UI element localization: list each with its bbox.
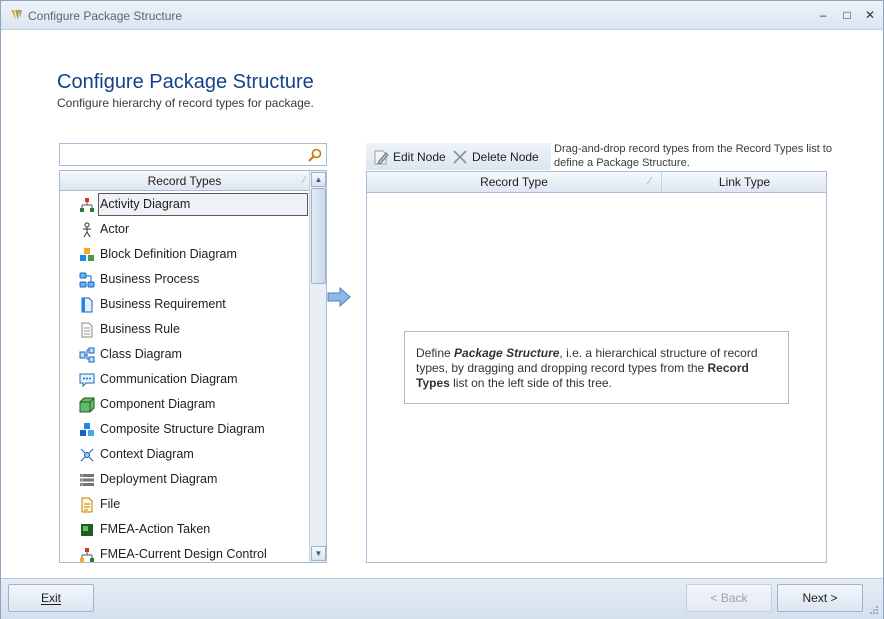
list-item-file[interactable]: File [60, 492, 309, 517]
list-item-label: Actor [100, 222, 130, 236]
list-item-business-requirement[interactable]: Business Requirement [60, 292, 309, 317]
file-icon [81, 497, 93, 513]
scroll-thumb[interactable] [311, 188, 326, 284]
back-button[interactable]: < Back [686, 584, 772, 612]
list-item-fmea-action-taken[interactable]: FMEA-Action Taken [60, 517, 309, 542]
delete-node-button[interactable]: Delete Node [452, 147, 539, 166]
list-item-label: Class Diagram [100, 347, 182, 361]
dialog-window: Configure Package Structure – □ ✕ Config… [0, 0, 884, 619]
list-item-context-diagram[interactable]: Context Diagram [60, 442, 309, 467]
empty-tree-info: Define Package Structure, i.e. a hierarc… [404, 331, 789, 404]
component-diagram-icon [79, 397, 95, 413]
composite-structure-diagram-icon [80, 423, 94, 436]
activity-diagram-icon [80, 198, 94, 212]
list-item-label: Context Diagram [100, 447, 194, 461]
window-title: Configure Package Structure [28, 9, 183, 23]
page-subtitle: Configure hierarchy of record types for … [57, 96, 314, 110]
block-definition-diagram-icon [80, 248, 94, 261]
tree-header: Record Type ⁄ Link Type [367, 172, 826, 193]
fmea-current-design-control-icon [80, 548, 94, 562]
record-types-scrollbar[interactable]: ▲ ▼ [309, 171, 326, 562]
page-title: Configure Package Structure [57, 71, 314, 93]
business-requirement-icon [81, 297, 93, 313]
sort-icon: ⁄ [303, 175, 305, 186]
footer-bar: Exit < Back Next > [1, 578, 883, 619]
delete-node-label: Delete Node [472, 149, 539, 164]
scroll-up-button[interactable]: ▲ [311, 172, 326, 187]
fmea-action-taken-icon [81, 524, 93, 536]
list-item-label: File [100, 497, 121, 511]
search-field[interactable] [59, 143, 327, 166]
list-item-activity-diagram[interactable]: Activity Diagram [60, 192, 309, 217]
edit-node-button[interactable]: Edit Node [373, 147, 446, 166]
back-button-label: < Back [710, 591, 748, 605]
record-types-header-label: Record Types [147, 174, 222, 188]
deployment-diagram-icon [80, 474, 94, 486]
add-to-tree-arrow-icon[interactable] [327, 287, 351, 307]
list-item-label: Business Process [100, 272, 200, 286]
list-item-label: Business Rule [100, 322, 180, 336]
list-item-composite-structure-diagram[interactable]: Composite Structure Diagram [60, 417, 309, 442]
list-item-label: Business Requirement [100, 297, 226, 311]
list-item-class-diagram[interactable]: Class Diagram [60, 342, 309, 367]
actor-icon [83, 222, 91, 238]
drag-drop-hint: Drag-and-drop record types from the Reco… [554, 143, 832, 169]
info-text: list on the left side of this tree. [449, 376, 612, 390]
list-item-label: FMEA-Current Design Control [100, 547, 267, 561]
app-logo-icon [11, 10, 22, 20]
tree-toolbar: Edit Node Delete Node [366, 143, 551, 170]
list-item-fmea-current-design-control[interactable]: FMEA-Current Design Control [60, 542, 309, 562]
search-icon[interactable] [307, 147, 323, 163]
exit-button-label: Exit [40, 591, 61, 605]
exit-button[interactable]: Exit [8, 584, 94, 612]
record-type-column-header[interactable]: Record Type [367, 172, 662, 192]
close-button[interactable]: ✕ [858, 5, 882, 25]
business-rule-icon [81, 322, 93, 338]
context-diagram-icon [80, 448, 94, 462]
list-item-business-process[interactable]: Business Process [60, 267, 309, 292]
class-diagram-icon [79, 347, 95, 363]
delete-node-icon [453, 149, 467, 164]
record-types-column-header[interactable]: Record Types ⁄ [60, 171, 309, 191]
search-input[interactable] [62, 146, 302, 163]
list-item-deployment-diagram[interactable]: Deployment Diagram [60, 467, 309, 492]
info-emphasis: Package Structure [454, 346, 560, 360]
list-item-label: Communication Diagram [100, 372, 238, 386]
record-type-header-label: Record Type [480, 175, 548, 189]
link-type-header-label: Link Type [718, 175, 771, 189]
title-bar: Configure Package Structure – □ ✕ [1, 1, 883, 30]
next-button[interactable]: Next > [777, 584, 863, 612]
record-types-list[interactable]: Record Types ⁄ Activity Diagram Actor Bl… [59, 170, 327, 563]
list-item-label: Component Diagram [100, 397, 216, 411]
sort-icon: ⁄ [649, 176, 651, 187]
list-item-component-diagram[interactable]: Component Diagram [60, 392, 309, 417]
resize-grip-icon[interactable] [869, 605, 879, 615]
list-item-label: Activity Diagram [100, 197, 191, 211]
list-item-block-definition-diagram[interactable]: Block Definition Diagram [60, 242, 309, 267]
list-item-label: Composite Structure Diagram [100, 422, 265, 436]
business-process-icon [79, 272, 95, 288]
scroll-down-button[interactable]: ▼ [311, 546, 326, 561]
info-text: Define [416, 346, 455, 360]
edit-node-label: Edit Node [393, 149, 446, 164]
next-button-label: Next > [802, 591, 838, 605]
record-types-items: Activity Diagram Actor Block Definition … [60, 192, 309, 562]
link-type-column-header[interactable]: Link Type [663, 172, 826, 192]
minimize-button[interactable]: – [811, 5, 835, 25]
list-item-label: Block Definition Diagram [100, 247, 237, 261]
list-item-label: FMEA-Action Taken [100, 522, 211, 536]
maximize-button[interactable]: □ [835, 5, 859, 25]
list-item-label: Deployment Diagram [100, 472, 218, 486]
list-item-communication-diagram[interactable]: Communication Diagram [60, 367, 309, 392]
communication-diagram-icon [79, 373, 95, 388]
list-item-business-rule[interactable]: Business Rule [60, 317, 309, 342]
list-item-actor[interactable]: Actor [60, 217, 309, 242]
edit-node-icon [374, 150, 389, 165]
